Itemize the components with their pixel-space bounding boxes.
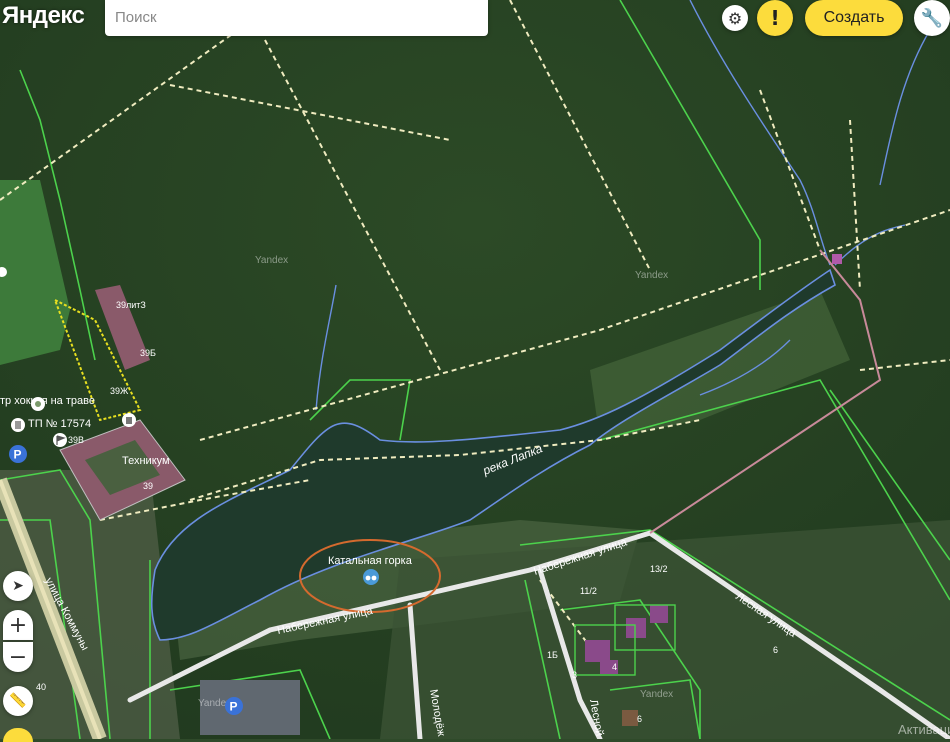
gear-icon: ⚙ xyxy=(727,8,743,28)
ruler-icon: 📏 xyxy=(9,693,27,709)
building-number: 1Б xyxy=(547,650,558,660)
locate-button[interactable]: ➤ xyxy=(3,571,33,601)
binoculars-icon[interactable] xyxy=(363,569,379,585)
ruler-button[interactable]: 📏 xyxy=(3,686,33,716)
building-number: 39Ж xyxy=(110,386,129,396)
building-number: 6 xyxy=(637,714,642,724)
map-canvas[interactable]: река Лапка Катальная горка Набережная ул… xyxy=(0,0,950,739)
settings-button[interactable]: ⚙ xyxy=(722,5,748,31)
zoom-in-button[interactable]: + xyxy=(3,610,33,640)
search-input[interactable] xyxy=(105,0,485,34)
arrow-locate-icon: ➤ xyxy=(12,578,24,594)
alert-button[interactable]: ! xyxy=(757,0,793,36)
zoom-out-button[interactable]: − xyxy=(3,642,33,672)
watermark-yandex: Yandex xyxy=(640,689,673,700)
parking-icon[interactable]: P xyxy=(225,697,243,715)
tp-icon[interactable] xyxy=(11,418,25,432)
building-number: 39Б xyxy=(140,348,156,358)
poi-label-hockey: тр хоккея на траве xyxy=(0,395,95,407)
watermark-yandex: Yandex xyxy=(255,255,288,266)
svg-text:P: P xyxy=(14,448,22,462)
building-number: 40 xyxy=(36,682,46,692)
exclamation-icon: ! xyxy=(770,6,780,30)
search-box[interactable] xyxy=(105,0,488,36)
activation-watermark: Активаци xyxy=(898,722,950,737)
building-number: 4 xyxy=(612,662,617,672)
building-number: 39В xyxy=(68,435,84,445)
parking-icon[interactable]: P xyxy=(9,445,27,463)
wrench-icon: 🔧 xyxy=(920,7,944,29)
svg-text:P: P xyxy=(230,700,238,714)
slide-label: Катальная горка xyxy=(328,555,413,567)
hockey-icon[interactable] xyxy=(31,397,45,411)
building-number: 6 xyxy=(773,645,778,655)
poi-label-technikum: Техникум xyxy=(122,455,170,467)
building-number: 13/2 xyxy=(650,564,668,574)
trash-icon[interactable] xyxy=(122,413,136,427)
building-number: 3 xyxy=(572,670,577,680)
building-number: 39литЗ xyxy=(116,300,146,310)
yandex-logo[interactable]: Яндекс xyxy=(2,2,85,30)
watermark-yandex: Yandex xyxy=(635,270,668,281)
building-number: 39 xyxy=(143,481,153,491)
poi-label-tp: ТП № 17574 xyxy=(28,418,91,430)
flag-icon[interactable] xyxy=(53,433,67,447)
pink-marker xyxy=(832,254,842,264)
create-button[interactable]: Создать xyxy=(805,0,903,36)
tools-button[interactable]: 🔧 xyxy=(914,0,950,36)
building-number: 11/2 xyxy=(580,586,597,596)
